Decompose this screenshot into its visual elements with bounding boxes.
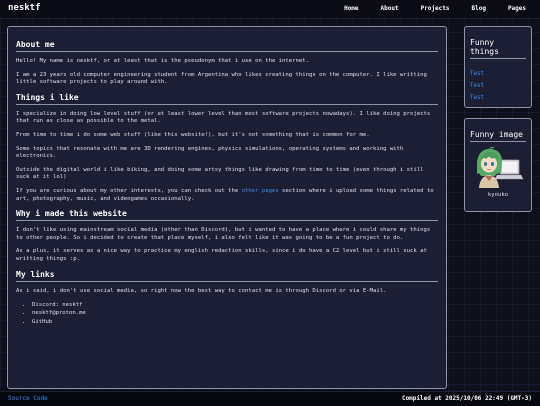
why-paragraph-1: I don't like using mainstream social med… bbox=[16, 227, 431, 241]
funny-image-caption: kyouko bbox=[487, 192, 509, 198]
links-paragraph: As i said, i don't use social media, so … bbox=[16, 287, 387, 294]
about-paragraph-1: Hello! My name is nesktf, or at least th… bbox=[16, 58, 309, 64]
nav-home[interactable]: Home bbox=[344, 5, 358, 12]
funny-image-title: Funny image bbox=[470, 119, 526, 142]
things-paragraph-2: From time to time i do some web stuff (l… bbox=[16, 131, 370, 138]
site-brand[interactable]: nesktf bbox=[8, 3, 41, 13]
things-paragraph-pages: If you are curious about my other intere… bbox=[16, 188, 438, 203]
compiled-at-text: Compiled at 2025/10/06 22:49 (GMT-3) bbox=[401, 395, 532, 402]
things-paragraph-1: I specialize in doing low level stuff (o… bbox=[16, 110, 431, 125]
links-list: Discord: nesktf nesktf@proton.me GitHub bbox=[8, 301, 446, 326]
funny-things-title: Funny things bbox=[470, 27, 526, 59]
other-pages-link[interactable]: other pages bbox=[242, 188, 279, 194]
funny-image-panel: Funny image kyouko bbox=[464, 118, 532, 212]
section-title-links: My links bbox=[16, 270, 438, 282]
pages-text-before: If you are curious about my other intere… bbox=[16, 187, 242, 194]
email-link[interactable]: nesktf@proton.me bbox=[32, 309, 446, 317]
footer: Source Code Compiled at 2025/10/06 22:49… bbox=[0, 391, 540, 406]
discord-link-item: Discord: nesktf bbox=[32, 301, 446, 309]
nav-about[interactable]: About bbox=[381, 5, 399, 12]
about-paragraph-2: I am a 23 years old computer engineering… bbox=[16, 71, 427, 86]
nav-projects[interactable]: Projects bbox=[421, 5, 450, 12]
kyouko-image bbox=[477, 146, 524, 188]
main-content-panel: About me Hello! My name is nesktf, or at… bbox=[7, 26, 447, 389]
things-paragraph-3: Some topics that resonate with me are 3D… bbox=[16, 145, 404, 160]
top-navbar: nesktf Home About Projects Blog Pages bbox=[0, 0, 540, 19]
why-paragraph-2: As a plus, it serves as a nice way to pr… bbox=[16, 248, 427, 262]
things-paragraph-4: Outside the digital world i like biking,… bbox=[16, 166, 424, 181]
github-link[interactable]: GitHub bbox=[32, 318, 446, 326]
section-title-things: Things i like bbox=[16, 93, 438, 105]
funny-things-link-2[interactable]: Test bbox=[470, 83, 531, 89]
nav-blog[interactable]: Blog bbox=[471, 5, 485, 12]
funny-things-panel: Funny things Test Test Test bbox=[464, 26, 532, 108]
section-title-why: Why i made this website bbox=[16, 209, 438, 222]
nav-menu: Home About Projects Blog Pages bbox=[322, 5, 526, 12]
nav-pages[interactable]: Pages bbox=[508, 5, 526, 12]
source-code-link[interactable]: Source Code bbox=[8, 395, 48, 402]
funny-things-link-1[interactable]: Test bbox=[470, 71, 531, 77]
funny-things-link-3[interactable]: Test bbox=[470, 95, 531, 101]
section-title-about: About me bbox=[16, 40, 438, 52]
